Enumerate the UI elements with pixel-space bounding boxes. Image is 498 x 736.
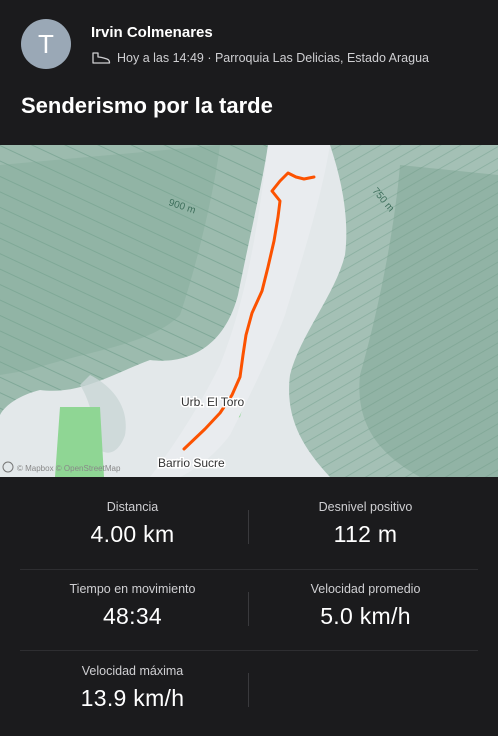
activity-date-location: Hoy a las 14:49 · Parroquia Las Delicias… [117,51,429,65]
divider [248,592,249,626]
activity-meta: Hoy a las 14:49 · Parroquia Las Delicias… [91,51,429,65]
map-canvas: 900 m 750 m Urb. El Toro Barrio Sucre © … [0,145,498,477]
activity-title[interactable]: Senderismo por la tarde [21,93,273,119]
route-map[interactable]: 900 m 750 m Urb. El Toro Barrio Sucre © … [0,145,498,477]
divider [20,650,478,651]
stat-label: Distancia [106,500,159,514]
stat-distance: Distancia 4.00 km [8,500,257,548]
stat-avg-speed: Velocidad promedio 5.0 km/h [241,582,490,630]
activity-stats: Distancia 4.00 km Desnivel positivo 112 … [0,477,498,736]
map-attribution[interactable]: © Mapbox © OpenStreetMap [17,464,121,473]
stat-max-speed: Velocidad máxima 13.9 km/h [8,664,257,712]
stat-value: 48:34 [102,603,163,629]
place-label-urb-el-toro: Urb. El Toro [181,395,244,409]
author-name[interactable]: Irvin Colmenares [91,24,213,41]
stat-label: Desnivel positivo [318,500,413,514]
stat-elevation-gain: Desnivel positivo 112 m [241,500,490,548]
stat-value: 13.9 km/h [80,685,185,711]
stat-label: Tiempo en movimiento [69,582,196,596]
divider [248,673,249,707]
divider [248,510,249,544]
stat-moving-time: Tiempo en movimiento 48:34 [8,582,257,630]
stat-value: 4.00 km [90,521,175,547]
activity-header: T Irvin Colmenares Hoy a las 14:49 · Par… [0,0,498,145]
stat-value: 112 m [333,521,398,547]
place-label-barrio-sucre: Barrio Sucre [158,456,225,470]
avatar[interactable]: T [21,19,71,69]
hiking-shoe-icon [91,51,111,65]
stat-label: Velocidad máxima [81,664,184,678]
divider [20,569,478,570]
stat-value: 5.0 km/h [320,603,411,629]
stat-label: Velocidad promedio [310,582,421,596]
